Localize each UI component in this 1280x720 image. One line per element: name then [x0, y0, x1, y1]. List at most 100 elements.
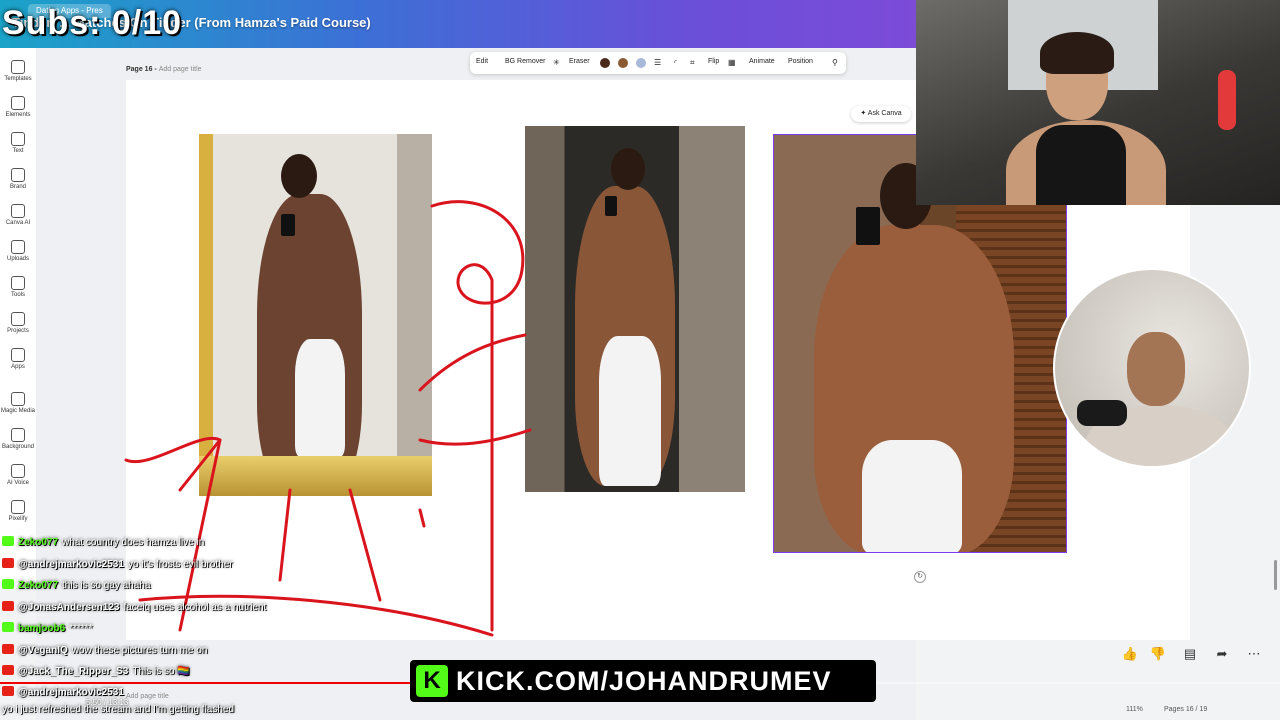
sidebar-item-brand[interactable]: Brand	[0, 164, 36, 198]
chat-message: Zeko077 this is so gay ahaha	[2, 579, 150, 594]
edit-button[interactable]: Edit	[476, 58, 488, 65]
drawing-stroke	[418, 428, 532, 446]
pages-label: Pages	[1164, 706, 1184, 713]
youtube-icon	[2, 558, 14, 568]
chat-message: @Jack_The_Ripper_S3 This is so 🏳️‍🌈	[2, 665, 190, 680]
sidebar-item-tools[interactable]: Tools	[0, 272, 36, 306]
brand-icon	[11, 168, 25, 182]
sidebar-item-label: Pixelify	[8, 516, 28, 522]
chat-username: @andrejmarkovic2531	[18, 687, 124, 698]
tank-top	[1036, 125, 1126, 205]
sidebar-item-background[interactable]: Background	[0, 424, 36, 458]
dislike-icon[interactable]: 👎	[1148, 644, 1168, 664]
eraser-button[interactable]: Eraser	[569, 58, 590, 65]
chat-message: bamjoob6 ******	[2, 622, 93, 637]
sidebar-item-projects[interactable]: Projects	[0, 308, 36, 342]
sidebar-item-label: Magic Media	[0, 408, 35, 414]
sidebar-item-uploads[interactable]: Uploads	[0, 236, 36, 270]
kick-logo-icon: K	[416, 665, 448, 697]
magic-media-icon	[11, 392, 25, 406]
sidebar-item-text[interactable]: Text	[0, 128, 36, 162]
vertical-scrollbar[interactable]	[1274, 560, 1277, 590]
chat-message: @andrejmarkovic2531 yo it's frosts evil b…	[2, 558, 233, 573]
sidebar-item-label: Uploads	[6, 256, 29, 262]
zoom-level[interactable]: 111%	[1126, 706, 1143, 713]
ai-voice-icon	[11, 464, 25, 478]
color-swatch[interactable]	[618, 58, 628, 68]
pages-indicator[interactable]: Pages 16 / 19	[1164, 706, 1207, 713]
tools-icon	[11, 276, 25, 290]
element-toolbar: Edit BG Remover ✳ Eraser ☰ ◜ ⌗ Flip ▦ An…	[470, 52, 846, 74]
chat-message: @VeganIQ wow these pictures turn me on	[2, 644, 207, 659]
rotate-handle[interactable]: ↻	[914, 571, 926, 583]
sidebar-item-magic-media[interactable]: Magic Media	[0, 388, 36, 422]
paint-roller-icon[interactable]: ⚲	[832, 58, 838, 67]
sidebar-item-elements[interactable]: Elements	[0, 92, 36, 126]
phone-shape	[605, 196, 617, 216]
bg-remover-button[interactable]: BG Remover	[505, 58, 545, 65]
sidebar-item-canva-ai[interactable]: Canva AI	[0, 200, 36, 234]
youtube-icon	[2, 644, 14, 654]
chat-username: @JonasAndersen123	[18, 602, 120, 613]
towel-shape	[599, 336, 661, 486]
sidebar-item-label: Templates	[4, 76, 32, 82]
template-icon	[11, 60, 25, 74]
color-swatch[interactable]	[636, 58, 646, 68]
color-swatch[interactable]	[600, 58, 610, 68]
youtube-icon	[2, 601, 14, 611]
sidebar-item-label: AI Voice	[6, 480, 29, 486]
more-icon[interactable]: ⋯	[1244, 644, 1264, 664]
drawing-stroke	[430, 200, 525, 632]
sidebar-item-label: Projects	[7, 328, 29, 334]
chat-username: Zeko077	[18, 580, 59, 591]
sidebar-item-templates[interactable]: Templates	[0, 56, 36, 90]
line-weight-icon[interactable]: ☰	[654, 58, 661, 67]
corner-rounding-icon[interactable]: ◜	[674, 58, 677, 67]
chat-username: @VeganIQ	[18, 645, 68, 656]
microphone-icon	[1077, 400, 1127, 426]
chat-text: yo it's frosts evil brother	[127, 559, 233, 570]
kick-icon	[2, 622, 14, 632]
chat-overlay: Zeko077 what country does hamza live in @…	[0, 536, 420, 720]
photo-mirror-selfie-2[interactable]	[525, 126, 745, 492]
chat-username: bamjoob6	[18, 623, 66, 634]
drawing-stroke	[124, 436, 222, 492]
chat-username: @Jack_The_Ripper_S3	[18, 666, 129, 677]
like-icon[interactable]: 👍	[1120, 644, 1140, 664]
upload-icon	[11, 240, 25, 254]
page-number: Page 16	[126, 66, 153, 73]
folder-icon	[11, 312, 25, 326]
webcam-streamer	[916, 0, 1280, 205]
chat-message: Zeko077 what country does hamza live in	[2, 536, 204, 551]
background-icon	[11, 428, 25, 442]
phone-shape	[856, 207, 880, 245]
transparency-icon[interactable]: ▦	[728, 58, 736, 67]
animate-button[interactable]: Animate	[749, 58, 775, 65]
sidebar-item-pixelify[interactable]: Pixelify	[0, 496, 36, 530]
page-title-input[interactable]: Add page title	[159, 66, 202, 73]
subs-counter: Subs: 0/10	[2, 4, 183, 42]
kick-banner: K KICK.COM/JOHANDRUMEV	[410, 660, 876, 702]
ask-canva-button[interactable]: ✦ Ask Canva	[851, 106, 911, 122]
comment-icon[interactable]: ▤	[1180, 644, 1200, 664]
drawing-stroke	[418, 508, 426, 528]
flip-button[interactable]: Flip	[708, 58, 719, 65]
sidebar-item-apps[interactable]: Apps	[0, 344, 36, 378]
sidebar-item-ai-voice[interactable]: AI Voice	[0, 460, 36, 494]
position-button[interactable]: Position	[788, 58, 813, 65]
chat-username: Zeko077	[18, 537, 59, 548]
share-icon[interactable]: ➦	[1212, 644, 1232, 664]
webcam-guest-circle	[1053, 268, 1251, 468]
ask-canva-label: Ask Canva	[867, 110, 902, 117]
crop-icon[interactable]: ⌗	[690, 58, 695, 68]
kick-icon	[2, 536, 14, 546]
drawing-stroke	[418, 333, 527, 392]
pixelify-icon	[11, 500, 25, 514]
sidebar-item-label: Brand	[9, 184, 26, 190]
person-head	[611, 148, 645, 190]
chat-username: @andrejmarkovic2531	[18, 559, 124, 570]
chat-text: wow these pictures turn me on	[71, 645, 208, 656]
sidebar-item-label: Background	[1, 444, 35, 450]
kick-url: KICK.COM/JOHANDRUMEV	[456, 666, 832, 696]
sidebar-item-label: Text	[12, 148, 24, 154]
